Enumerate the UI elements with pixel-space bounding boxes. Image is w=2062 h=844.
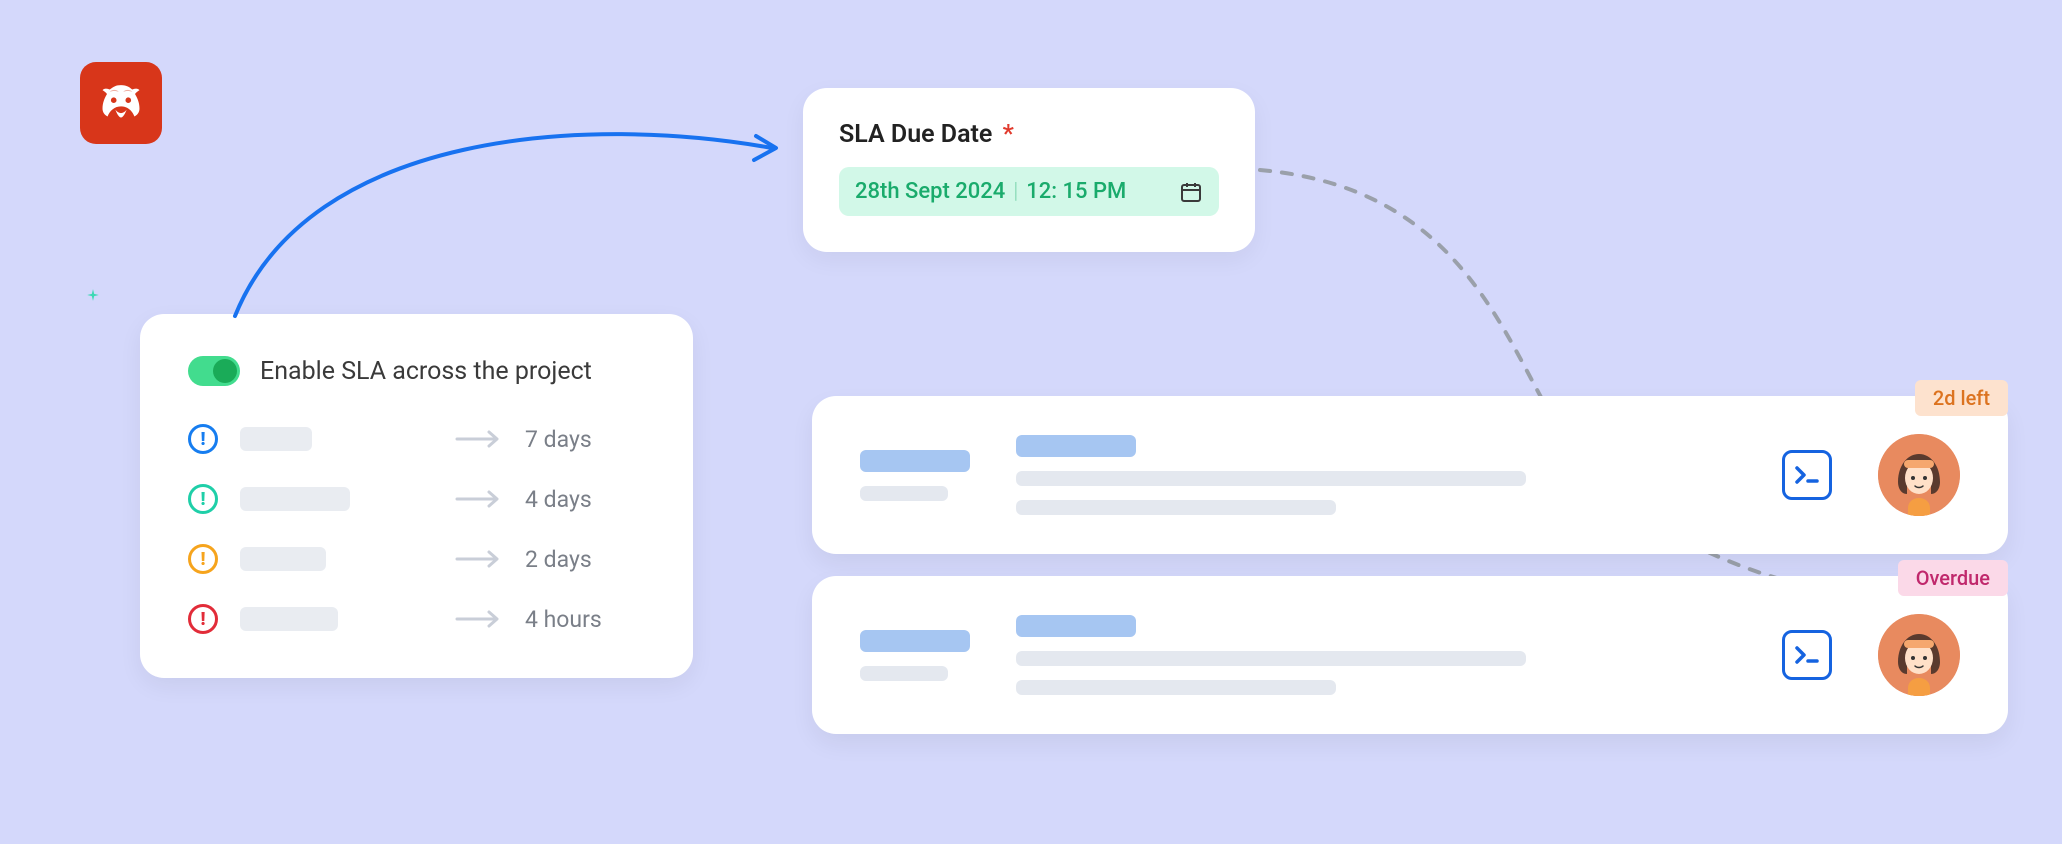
sla-due-date-field[interactable]: 28th Sept 2024 | 12: 15 PM	[839, 167, 1219, 216]
arrow-right-icon	[455, 489, 503, 509]
task-content-block	[1016, 435, 1736, 515]
enable-sla-label: Enable SLA across the project	[260, 357, 592, 386]
sla-row: 4 days	[188, 484, 645, 514]
sla-row: 4 hours	[188, 604, 645, 634]
sla-status-badge: 2d left	[1915, 380, 2008, 416]
task-id-block	[860, 630, 970, 681]
task-id-block	[860, 450, 970, 501]
sla-status-badge: Overdue	[1898, 560, 2008, 596]
sla-due-time-value: 12: 15 PM	[1026, 179, 1126, 204]
sla-duration: 7 days	[525, 426, 645, 453]
brand-logo	[80, 62, 162, 144]
task-card[interactable]: 2d left	[812, 396, 2008, 554]
placeholder-bar	[1016, 651, 1526, 666]
priority-info-icon	[188, 424, 218, 454]
placeholder-bar	[860, 630, 970, 652]
arrow-settings-to-due	[235, 134, 772, 316]
mask-face-icon	[93, 75, 149, 131]
placeholder-bar	[1016, 500, 1336, 515]
sla-due-date-value: 28th Sept 2024	[855, 179, 1005, 204]
arrow-right-icon	[455, 549, 503, 569]
priority-label-placeholder	[240, 547, 326, 571]
arrow-right-icon	[455, 609, 503, 629]
assignee-avatar	[1878, 434, 1960, 516]
priority-label-placeholder	[240, 427, 312, 451]
sla-duration: 4 days	[525, 486, 645, 513]
task-card[interactable]: Overdue	[812, 576, 2008, 734]
placeholder-bar	[1016, 471, 1526, 486]
sla-due-date-card: SLA Due Date * 28th Sept 2024 | 12: 15 P…	[803, 88, 1255, 252]
priority-label-placeholder	[240, 607, 338, 631]
enable-sla-toggle[interactable]	[188, 356, 240, 386]
placeholder-bar	[860, 486, 948, 501]
sla-due-date-label-text: SLA Due Date	[839, 120, 992, 149]
assignee-avatar	[1878, 614, 1960, 696]
required-asterisk: *	[1003, 120, 1014, 149]
task-content-block	[1016, 615, 1736, 695]
terminal-icon	[1782, 630, 1832, 680]
sla-duration: 4 hours	[525, 606, 645, 633]
sla-settings-header: Enable SLA across the project	[188, 356, 645, 386]
priority-medium-icon	[188, 544, 218, 574]
placeholder-bar	[860, 450, 970, 472]
separator: |	[1013, 179, 1018, 204]
calendar-icon	[1179, 180, 1203, 204]
terminal-icon	[1782, 450, 1832, 500]
sla-duration: 2 days	[525, 546, 645, 573]
sla-due-date-label: SLA Due Date *	[839, 120, 1219, 149]
priority-high-icon	[188, 604, 218, 634]
arrow-right-icon	[455, 429, 503, 449]
placeholder-bar	[1016, 615, 1136, 637]
placeholder-bar	[1016, 680, 1336, 695]
arrow-head-icon	[754, 136, 776, 160]
sparkle-icon	[86, 288, 100, 302]
sla-row: 2 days	[188, 544, 645, 574]
placeholder-bar	[1016, 435, 1136, 457]
priority-label-placeholder	[240, 487, 350, 511]
priority-low-icon	[188, 484, 218, 514]
sla-row: 7 days	[188, 424, 645, 454]
sla-settings-card: Enable SLA across the project 7 days 4 d…	[140, 314, 693, 678]
placeholder-bar	[860, 666, 948, 681]
